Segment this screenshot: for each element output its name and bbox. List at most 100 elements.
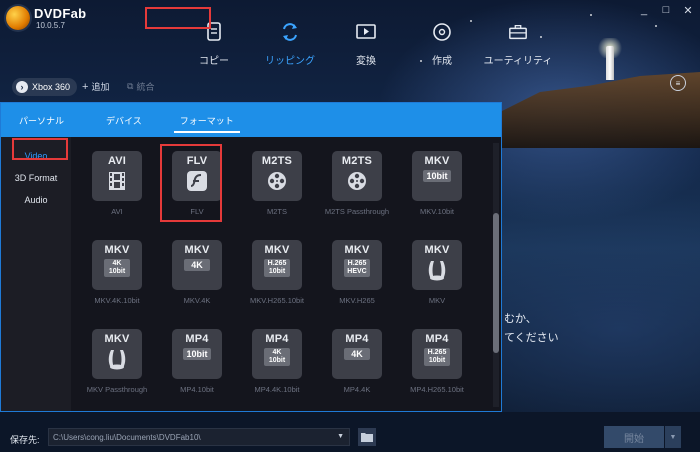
format-label: MP4.4K.10bit (254, 385, 300, 394)
start-options-dropdown[interactable]: ▼ (665, 426, 681, 448)
format-code: MP4 (265, 333, 289, 345)
start-button[interactable]: 開始 (604, 426, 664, 448)
format-code: MP4 (185, 333, 209, 345)
format-item-m2ts[interactable]: M2TS M2TS (237, 143, 317, 232)
scrollbar-thumb[interactable] (493, 213, 499, 353)
dropdown-arrow-icon[interactable]: ▼ (337, 433, 344, 440)
format-code: MKV (104, 333, 130, 345)
format-code: MP4 (345, 333, 369, 345)
format-code: MKV (344, 244, 370, 256)
format-item-mkv-10bit[interactable]: MKV 10bit MKV.10bit (397, 143, 477, 232)
format-item-mp4-4k-10bit[interactable]: MP4 4K 10bit MP4.4K.10bit (237, 321, 317, 410)
format-label: MP4.H265.10bit (410, 385, 464, 394)
format-label: MP4.10bit (180, 385, 214, 394)
device-chip-label: Xbox 360 (32, 82, 71, 92)
nav-label: ユーティリティ (483, 56, 553, 67)
format-item-mkv-h265[interactable]: MKV H.265 HEVC MKV.H265 (317, 232, 397, 321)
format-tile[interactable]: MKV 4K 10bit (92, 240, 142, 290)
browse-folder-button[interactable] (358, 428, 376, 446)
format-label: MP4.4K (343, 385, 371, 394)
nav-label: 作成 (432, 56, 452, 67)
format-tile[interactable]: MP4 10bit (172, 329, 222, 379)
add-button[interactable]: + 追加 (82, 80, 109, 93)
output-path-value: C:\Users\cong.liu\Documents\DVDFab10\ (53, 432, 201, 442)
format-tile[interactable]: MP4 4K (332, 329, 382, 379)
format-item-avi[interactable]: AVI AVI (77, 143, 157, 232)
format-label: MKV.H265.10bit (250, 296, 304, 305)
format-item-mkv-passthrough[interactable]: MKV MKV Passthrough (77, 321, 157, 410)
save-to-label: 保存先: (10, 435, 40, 445)
format-badge: 10bit (423, 170, 451, 182)
maximize-button[interactable]: □ (660, 4, 672, 17)
star (590, 14, 592, 16)
format-label: MKV Passthrough (86, 385, 148, 394)
format-item-mkv-h265-10bit[interactable]: MKV H.265 10bit MKV.H265.10bit (237, 232, 317, 321)
format-code: M2TS (261, 155, 293, 167)
format-label: MKV (428, 296, 446, 305)
format-tile[interactable]: MKV 4K (172, 240, 222, 290)
tab-personal[interactable]: パーソナル (5, 103, 78, 137)
format-code: MKV (104, 244, 130, 256)
format-badge: H.265 HEVC (344, 259, 370, 277)
create-disc-icon (432, 22, 452, 42)
tab-label: フォーマット (179, 115, 234, 126)
sidebar-item-label: 3D Format (14, 173, 58, 183)
format-label: MKV.4K (183, 296, 211, 305)
matroska-icon (425, 258, 449, 282)
add-button-label: 追加 (91, 82, 110, 92)
format-tile[interactable]: MKV (92, 329, 142, 379)
format-badge: 4K (184, 259, 210, 271)
main-nav: コピー リッピング 変換 作成 ユーティリティ (176, 22, 556, 67)
format-tile[interactable]: M2TS (332, 151, 382, 201)
minimize-button[interactable]: _ (638, 4, 650, 17)
sidebar-item-label: Audio (24, 195, 48, 205)
format-label: M2TS Passthrough (324, 207, 390, 216)
main-menu-button[interactable]: ≡ (670, 75, 686, 91)
format-grid-scrollbar[interactable] (493, 143, 499, 407)
plus-icon: + (82, 80, 89, 93)
profile-panel: パーソナル デバイス フォーマット Video 3D Format Audio … (0, 102, 502, 412)
format-tile[interactable]: MKV H.265 HEVC (332, 240, 382, 290)
output-path-field[interactable]: C:\Users\cong.liu\Documents\DVDFab10\ ▼ (48, 428, 350, 446)
format-tile[interactable]: MP4 4K 10bit (252, 329, 302, 379)
format-item-mp4-10bit[interactable]: MP4 10bit MP4.10bit (157, 321, 237, 410)
format-item-mkv[interactable]: MKV MKV (397, 232, 477, 321)
app-version: 10.0.5.7 (36, 21, 65, 30)
format-item-mp4-h265-10bit[interactable]: MP4 H.265 10bit MP4.H265.10bit (397, 321, 477, 410)
reel-icon (265, 169, 289, 193)
hamburger-icon: ≡ (675, 78, 681, 88)
format-item-mkv-4k[interactable]: MKV 4K MKV.4K (157, 232, 237, 321)
format-tile[interactable]: AVI (92, 151, 142, 201)
format-tile[interactable]: M2TS (252, 151, 302, 201)
format-tile[interactable]: MP4 H.265 10bit (412, 329, 462, 379)
format-code: MP4 (425, 333, 449, 345)
format-code: MKV (424, 155, 450, 167)
nav-label: 変換 (356, 56, 376, 67)
nav-label: コピー (199, 56, 229, 67)
format-item-m2ts-passthrough[interactable]: M2TS M2TS Passthrough (317, 143, 397, 232)
nav-utility[interactable]: ユーティリティ (480, 22, 556, 67)
ripping-icon (280, 22, 300, 42)
close-button[interactable]: ✕ (682, 4, 694, 17)
folder-icon (361, 433, 373, 442)
format-item-mkv-4k-10bit[interactable]: MKV 4K 10bit MKV.4K.10bit (77, 232, 157, 321)
merge-button[interactable]: ⧉ 統合 (127, 80, 154, 93)
format-label: MKV.10bit (420, 207, 454, 216)
format-item-mp4-4k[interactable]: MP4 4K MP4.4K (317, 321, 397, 410)
device-profile-chip[interactable]: › Xbox 360 (12, 78, 78, 96)
arrow-right-icon: › (16, 81, 28, 93)
format-tile[interactable]: MKV (412, 240, 462, 290)
nav-ripping[interactable]: リッピング (252, 22, 328, 67)
nav-convert[interactable]: 変換 (328, 22, 404, 67)
sidebar-item-audio[interactable]: Audio (1, 189, 71, 211)
sidebar-item-3d-format[interactable]: 3D Format (1, 167, 71, 189)
format-badge: 4K 10bit (104, 259, 130, 277)
merge-button-label: 統合 (136, 82, 155, 92)
format-tile[interactable]: MKV 10bit (412, 151, 462, 201)
format-badge: H.265 10bit (424, 348, 450, 366)
tab-format[interactable]: フォーマット (166, 103, 248, 137)
tab-device[interactable]: デバイス (92, 103, 156, 137)
nav-create[interactable]: 作成 (404, 22, 480, 67)
format-code: MKV (424, 244, 450, 256)
format-tile[interactable]: MKV H.265 10bit (252, 240, 302, 290)
